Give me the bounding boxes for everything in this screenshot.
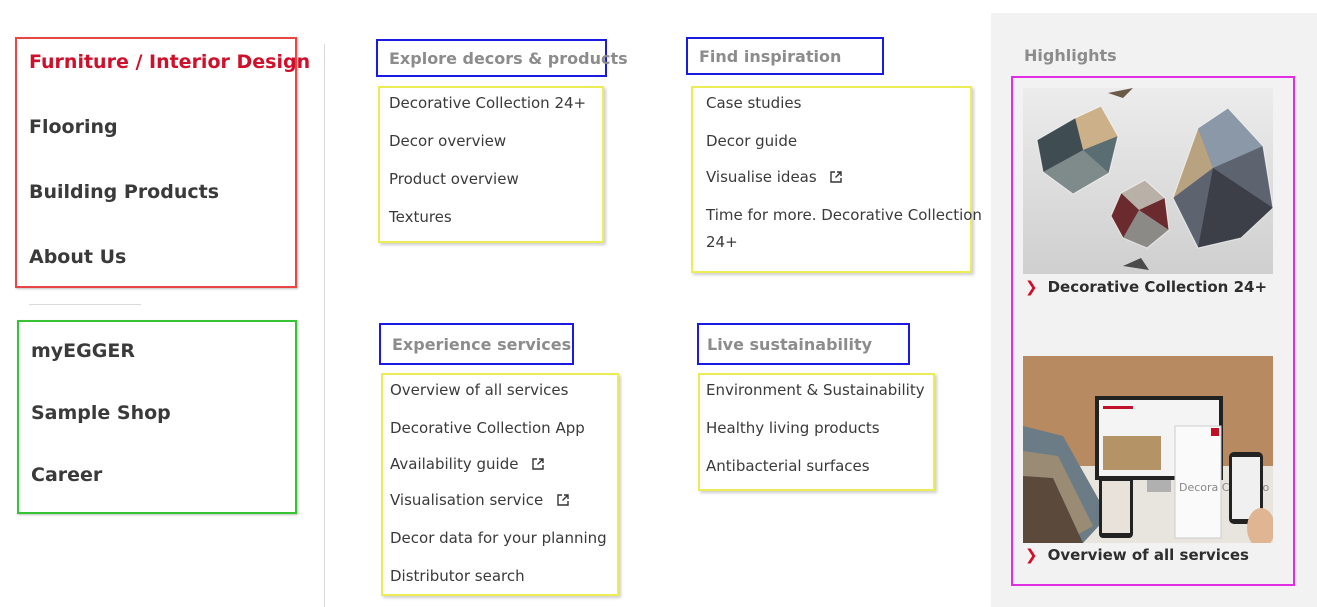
decorative-collection-caption: Decorative Collection 24+ (1047, 278, 1268, 296)
hexagon-decor-illustration (1023, 88, 1273, 274)
link-time-for-more[interactable]: Time for more. Decorative Collection (706, 202, 982, 228)
link-decorative-collection[interactable]: Decorative Collection 24+ (389, 90, 586, 116)
nav-furniture-interior-design[interactable]: Furniture / Interior Design (29, 51, 310, 73)
chevron-right-icon: ❯ (1025, 546, 1038, 564)
link-visualise-ideas[interactable]: Visualise ideas (706, 164, 843, 190)
services-overview-image[interactable]: Decora Collectio (1023, 356, 1273, 543)
link-healthy-living[interactable]: Healthy living products (706, 415, 880, 441)
link-time-for-more-cont[interactable]: 24+ (706, 229, 738, 255)
nav-building-products[interactable]: Building Products (29, 181, 219, 203)
highlights-title: Highlights (1024, 46, 1117, 65)
nav-about-us[interactable]: About Us (29, 246, 126, 268)
link-availability-guide[interactable]: Availability guide (390, 451, 544, 477)
link-visualisation-service[interactable]: Visualisation service (390, 487, 569, 513)
decorative-collection-image[interactable] (1023, 88, 1273, 274)
sustainability-links: Environment & Sustainability Healthy liv… (698, 373, 935, 491)
link-textures[interactable]: Textures (389, 204, 452, 230)
link-overview-services[interactable]: Overview of all services (390, 377, 568, 403)
services-devices-illustration: Decora Collectio (1023, 356, 1273, 543)
secondary-nav: myEGGER Sample Shop Career (17, 320, 297, 514)
link-case-studies[interactable]: Case studies (706, 90, 801, 116)
link-availability-guide-label: Availability guide (390, 455, 519, 473)
link-decor-overview[interactable]: Decor overview (389, 128, 506, 154)
services-overview-caption: Overview of all services (1047, 546, 1249, 564)
nav-flooring[interactable]: Flooring (29, 116, 118, 138)
nav-divider (29, 304, 141, 305)
column-divider (324, 44, 325, 607)
services-links: Overview of all services Decorative Coll… (381, 373, 619, 596)
services-overview-link[interactable]: ❯ Overview of all services (1025, 546, 1249, 564)
external-link-icon (532, 458, 544, 470)
inspiration-links: Case studies Decor guide Visualise ideas… (691, 86, 982, 273)
link-antibacterial[interactable]: Antibacterial surfaces (706, 453, 870, 479)
main-nav: Furniture / Interior Design Flooring Bui… (15, 37, 310, 288)
external-link-icon (557, 494, 569, 506)
decorative-collection-link[interactable]: ❯ Decorative Collection 24+ (1025, 278, 1267, 296)
link-decorative-app[interactable]: Decorative Collection App (390, 415, 585, 441)
link-distributor-search[interactable]: Distributor search (390, 563, 525, 589)
link-decor-data[interactable]: Decor data for your planning (390, 525, 607, 551)
link-visualisation-service-label: Visualisation service (390, 491, 544, 509)
nav-myegger[interactable]: myEGGER (31, 340, 135, 362)
link-visualise-ideas-label: Visualise ideas (706, 168, 817, 186)
sustainability-heading: Live sustainability (697, 323, 910, 365)
inspiration-heading: Find inspiration (686, 37, 884, 75)
link-product-overview[interactable]: Product overview (389, 166, 519, 192)
external-link-icon (830, 171, 843, 183)
link-environment-sustainability[interactable]: Environment & Sustainability (706, 377, 925, 403)
chevron-right-icon: ❯ (1025, 278, 1038, 296)
nav-career[interactable]: Career (31, 464, 102, 486)
nav-sample-shop[interactable]: Sample Shop (31, 402, 171, 424)
services-heading: Experience services (379, 323, 574, 365)
link-decor-guide[interactable]: Decor guide (706, 128, 797, 154)
explore-heading: Explore decors & products (376, 39, 628, 77)
explore-links: Decorative Collection 24+ Decor overview… (378, 86, 604, 243)
